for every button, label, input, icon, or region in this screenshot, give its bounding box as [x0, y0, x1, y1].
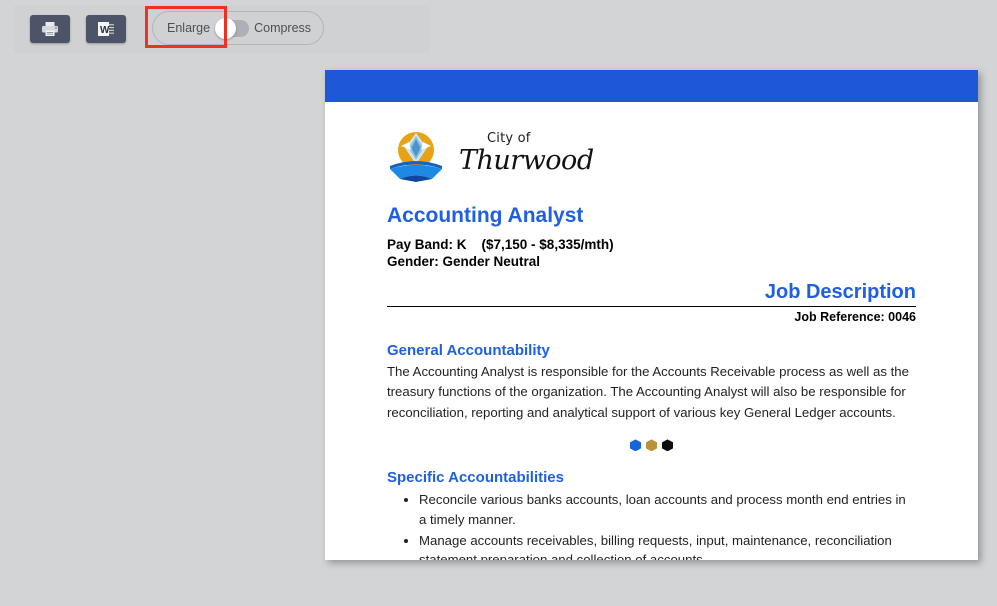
job-description-document: City of Thurwood Accounting Analyst Pay …: [325, 70, 978, 560]
section-heading-specific-accountabilities: Specific Accountabilities: [387, 469, 564, 487]
list-item: Manage accounts receivables, billing req…: [419, 531, 916, 560]
svg-text:W: W: [100, 25, 110, 36]
job-reference: Job Reference: 0046: [794, 310, 916, 324]
toggle-label-enlarge: Enlarge: [167, 21, 211, 35]
specific-accountabilities-list: Reconcile various banks accounts, loan a…: [387, 490, 916, 560]
hexagon-black: [662, 439, 673, 452]
list-item: Reconcile various banks accounts, loan a…: [419, 490, 916, 528]
print-button[interactable]: [30, 15, 70, 43]
pay-band-line: Pay Band: K ($7,150 - $8,335/mth): [387, 237, 614, 252]
hexagon-blue: [630, 439, 641, 452]
enlarge-compress-toggle[interactable]: Enlarge Compress: [152, 11, 324, 45]
organization-logo-row: City of Thurwood: [387, 124, 916, 186]
hexagon-divider: [387, 439, 916, 452]
city-of-thurwood-logo-icon: [387, 126, 445, 184]
job-title: Accounting Analyst: [387, 204, 584, 227]
document-body: City of Thurwood Accounting Analyst Pay …: [325, 102, 978, 560]
header-divider-rule: [387, 306, 916, 307]
toggle-label-compress: Compress: [254, 21, 312, 35]
hexagon-gold: [646, 439, 657, 452]
word-export-button[interactable]: W: [86, 15, 126, 43]
section-heading-general-accountability: General Accountability: [387, 342, 550, 359]
printer-icon: [41, 21, 59, 37]
wordmark-city-of: City of: [487, 131, 531, 146]
word-document-icon: W: [96, 21, 116, 37]
wordmark-thurwood: Thurwood: [459, 145, 594, 176]
document-type-label: Job Description: [764, 281, 916, 303]
gender-line: Gender: Gender Neutral: [387, 254, 541, 269]
toggle-switch-track[interactable]: [215, 17, 250, 39]
toggle-switch-knob[interactable]: [215, 17, 237, 39]
organization-wordmark: City of Thurwood: [459, 132, 594, 178]
section-paragraph-general-accountability: The Accounting Analyst is responsible fo…: [387, 364, 909, 420]
document-header-band: [325, 70, 978, 102]
